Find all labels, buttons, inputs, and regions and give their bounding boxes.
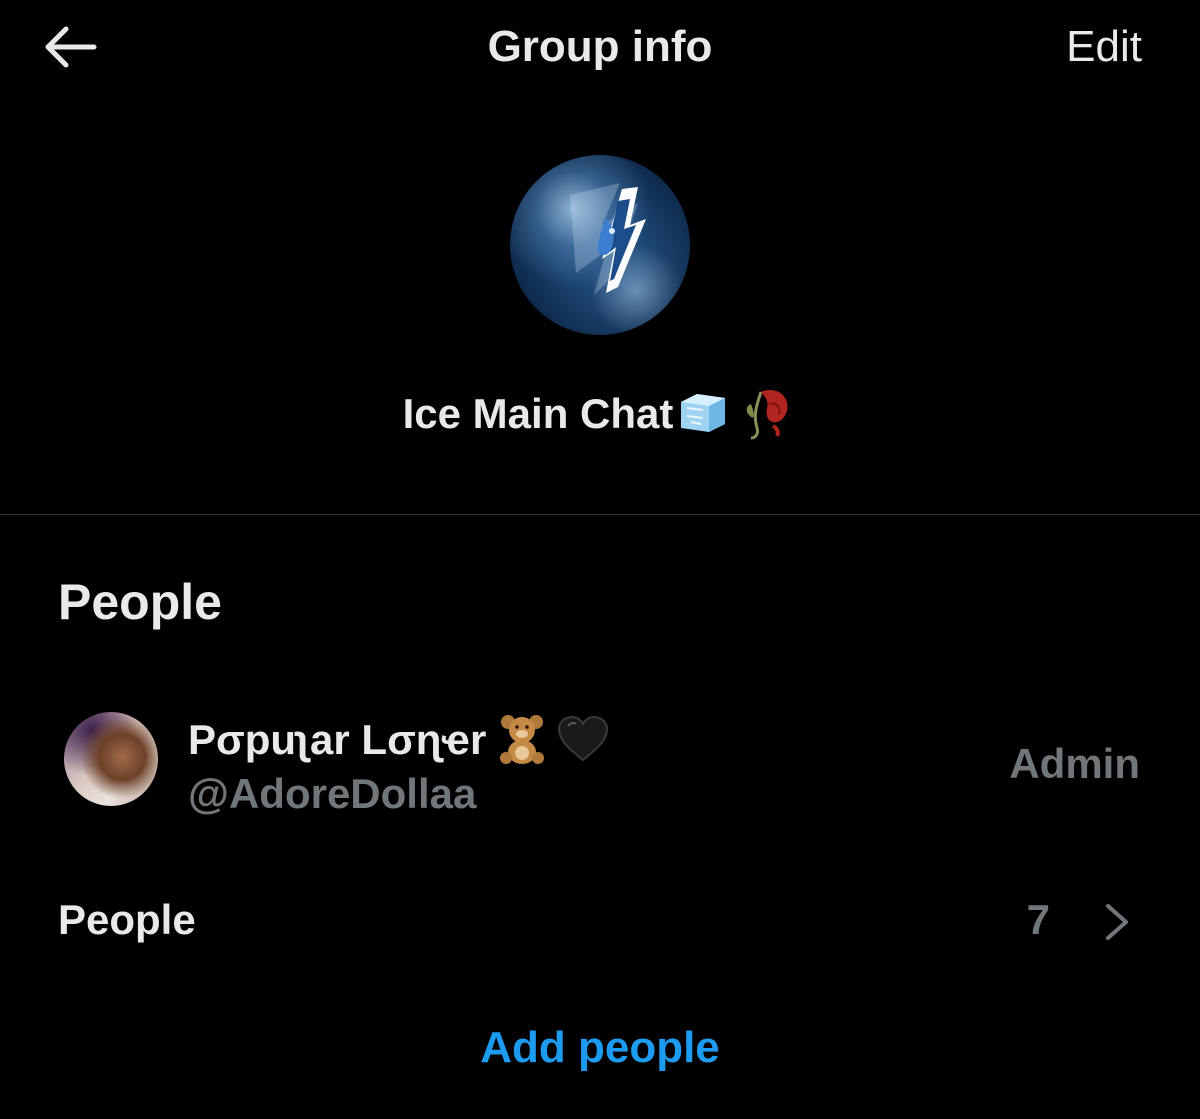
teddy-bear-icon	[500, 715, 545, 764]
group-name-row: Ice Main Chat	[0, 384, 1200, 442]
edit-button[interactable]: Edit	[1066, 22, 1142, 72]
page-title: Group info	[487, 22, 713, 71]
wolf-logo-icon	[570, 183, 646, 295]
admin-badge: Admin	[1009, 740, 1140, 787]
people-row-label: People	[58, 896, 196, 943]
people-list-row[interactable]: People 7	[0, 880, 1200, 960]
top-bar: Group info Edit	[0, 0, 1200, 96]
people-count: 7	[1026, 896, 1050, 943]
people-section-title: People	[58, 574, 222, 630]
member-display-name: Pσpuʅar Lσɳҽr	[188, 710, 610, 766]
avatar[interactable]	[64, 712, 158, 806]
wilted-rose-icon	[747, 390, 788, 440]
group-avatar[interactable]	[510, 155, 690, 335]
add-people-button[interactable]: Add people	[0, 1020, 1200, 1076]
ice-cube-icon	[681, 394, 726, 432]
group-name: Ice Main Chat	[402, 390, 674, 437]
section-divider	[0, 514, 1200, 515]
member-handle: @AdoreDollaa	[188, 770, 477, 817]
member-row[interactable]: Pσpuʅar Lσɳҽr @AdoreDollaa Admin	[0, 700, 1200, 820]
chevron-right-icon	[1106, 904, 1128, 940]
black-heart-icon	[558, 715, 609, 762]
